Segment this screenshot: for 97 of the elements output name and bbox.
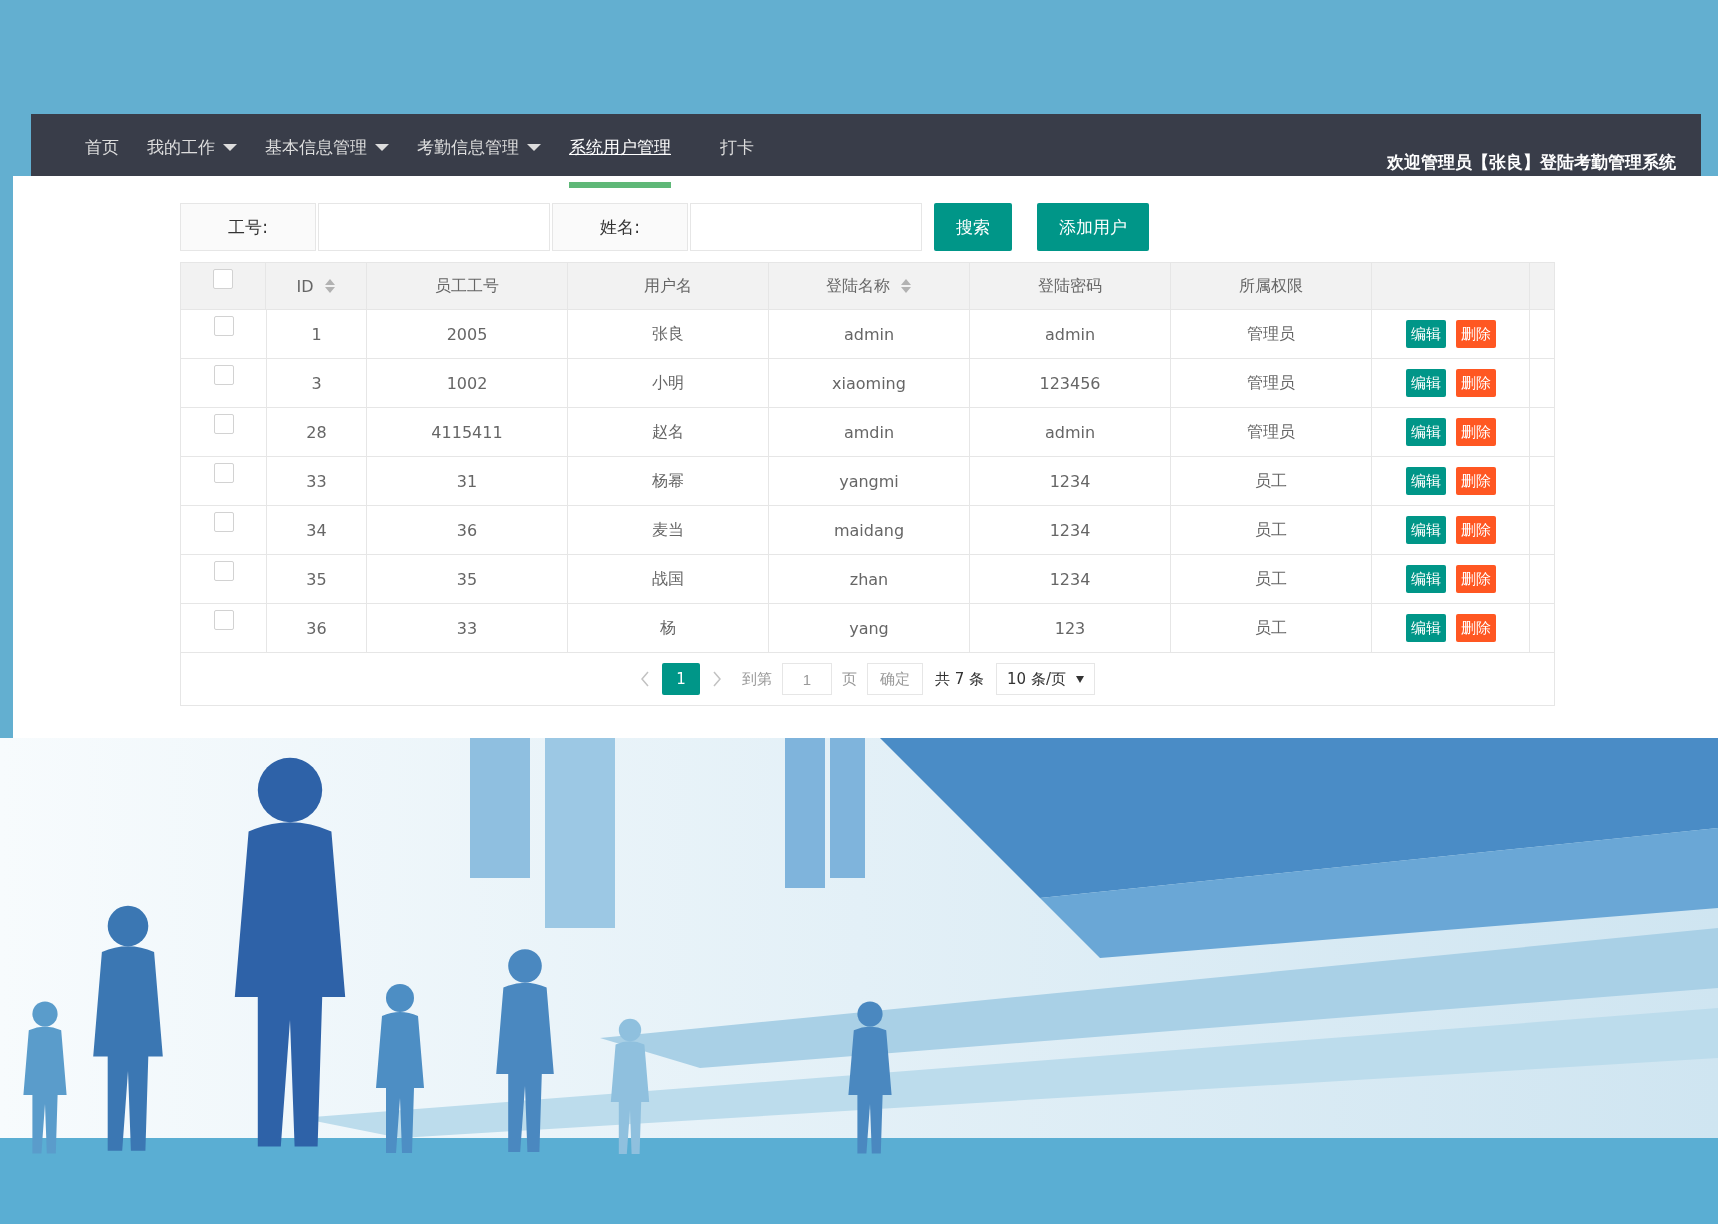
table-cell: 3	[311, 373, 322, 393]
table-cell: 管理员	[1247, 372, 1295, 394]
nav-item[interactable]: 我的工作	[133, 114, 251, 188]
table-cell: 28	[306, 422, 327, 442]
delete-button[interactable]: 删除	[1455, 516, 1496, 544]
nav-item[interactable]: 基本信息管理	[251, 114, 403, 188]
sort-icon[interactable]	[323, 278, 336, 294]
table-cell: 赵名	[652, 421, 684, 443]
table-cell: 2005	[446, 324, 488, 344]
table-cell: 1	[311, 324, 322, 344]
table-cell: yang	[849, 618, 889, 638]
table-cell: 员工	[1255, 470, 1287, 492]
delete-button[interactable]: 删除	[1455, 369, 1496, 397]
table-cell: 4115411	[431, 422, 503, 442]
edit-button[interactable]: 编辑	[1405, 369, 1446, 397]
checkbox[interactable]	[213, 463, 234, 483]
nav-item[interactable]: 首页	[71, 114, 133, 188]
table-cell: 36	[456, 520, 478, 540]
confirm-button[interactable]: 确定	[867, 663, 923, 695]
checkbox[interactable]	[213, 610, 234, 630]
column-header[interactable]: ID	[296, 276, 336, 296]
delete-button[interactable]: 删除	[1455, 614, 1496, 642]
table-cell: zhan	[849, 569, 889, 589]
table-cell: yangmi	[839, 471, 899, 491]
edit-button[interactable]: 编辑	[1405, 516, 1446, 544]
table-cell: 杨幂	[652, 470, 684, 492]
table-cell: 33	[306, 471, 327, 491]
table-cell: 1234	[1049, 471, 1091, 491]
column-header: 登陆密码	[1038, 275, 1102, 297]
caret-icon	[375, 143, 389, 151]
edit-button[interactable]: 编辑	[1405, 565, 1446, 593]
delete-button[interactable]: 删除	[1455, 320, 1496, 348]
checkbox[interactable]	[213, 512, 234, 532]
field-label: 工号:	[180, 203, 316, 251]
nav-item[interactable]: 考勤信息管理	[403, 114, 555, 188]
table-cell: 战国	[652, 568, 684, 590]
table-cell: 1234	[1049, 520, 1091, 540]
checkbox[interactable]	[213, 269, 233, 289]
column-header[interactable]: 登陆名称	[826, 275, 912, 297]
table-cell: 35	[456, 569, 478, 589]
input-field[interactable]	[690, 203, 922, 251]
checkbox[interactable]	[213, 365, 234, 385]
delete-button[interactable]: 删除	[1455, 467, 1496, 495]
table-cell: 管理员	[1247, 323, 1295, 345]
table-cell: admin	[843, 324, 895, 344]
table-cell: 杨	[660, 617, 676, 639]
table-cell: 员工	[1255, 617, 1287, 639]
table-cell: admin	[1044, 324, 1096, 344]
welcome-text: 欢迎管理员【张良】登陆考勤管理系统	[1387, 151, 1677, 174]
table-cell: 员工	[1255, 519, 1287, 541]
delete-button[interactable]: 删除	[1455, 418, 1496, 446]
edit-button[interactable]: 编辑	[1405, 320, 1446, 348]
checkbox[interactable]	[213, 561, 234, 581]
caret-icon	[527, 143, 541, 151]
table-cell: 123456	[1039, 373, 1101, 393]
caret-icon	[223, 143, 237, 151]
total-count: 共 7 条	[935, 669, 985, 689]
edit-button[interactable]: 编辑	[1405, 614, 1446, 642]
nav-item[interactable]: 打卡	[706, 114, 768, 188]
next-page-icon[interactable]	[712, 670, 722, 688]
table-cell: 小明	[652, 372, 684, 394]
table-cell: xiaoming	[832, 373, 906, 393]
sort-icon[interactable]	[900, 278, 912, 294]
input-field[interactable]	[318, 203, 550, 251]
table-cell: amdin	[843, 422, 895, 442]
table-cell: 管理员	[1247, 421, 1295, 443]
page-unit-label: 页	[842, 669, 857, 689]
table-cell: 麦当	[652, 519, 684, 541]
table-cell: 123	[1054, 618, 1086, 638]
edit-button[interactable]: 编辑	[1405, 418, 1446, 446]
column-header: 员工工号	[435, 275, 499, 297]
field-label: 姓名:	[552, 203, 688, 251]
checkbox[interactable]	[213, 316, 234, 336]
goto-label: 到第	[742, 669, 772, 689]
table-cell: 员工	[1255, 568, 1287, 590]
edit-button[interactable]: 编辑	[1405, 467, 1446, 495]
table-cell: 31	[456, 471, 478, 491]
table-cell: 36	[306, 618, 327, 638]
caret-icon	[1076, 675, 1084, 683]
table-cell: admin	[1044, 422, 1096, 442]
previous-page-icon[interactable]	[640, 670, 650, 688]
add-user-button[interactable]: 添加用户	[1037, 203, 1149, 251]
column-header: 用户名	[644, 275, 692, 297]
page-input[interactable]: 1	[782, 663, 832, 695]
page-button[interactable]: 1	[662, 663, 700, 695]
table-cell: 34	[306, 520, 327, 540]
delete-button[interactable]: 删除	[1455, 565, 1496, 593]
page-size-select[interactable]: 10 条/页	[996, 663, 1095, 695]
table-cell: 33	[456, 618, 478, 638]
table-cell: 35	[306, 569, 327, 589]
table-cell: 张良	[652, 323, 684, 345]
column-header: 所属权限	[1239, 275, 1303, 297]
table-cell: 1234	[1049, 569, 1091, 589]
checkbox[interactable]	[213, 414, 234, 434]
search-button[interactable]: 搜索	[934, 203, 1012, 251]
table-cell: 1002	[446, 373, 488, 393]
table-cell: maidang	[833, 520, 905, 540]
